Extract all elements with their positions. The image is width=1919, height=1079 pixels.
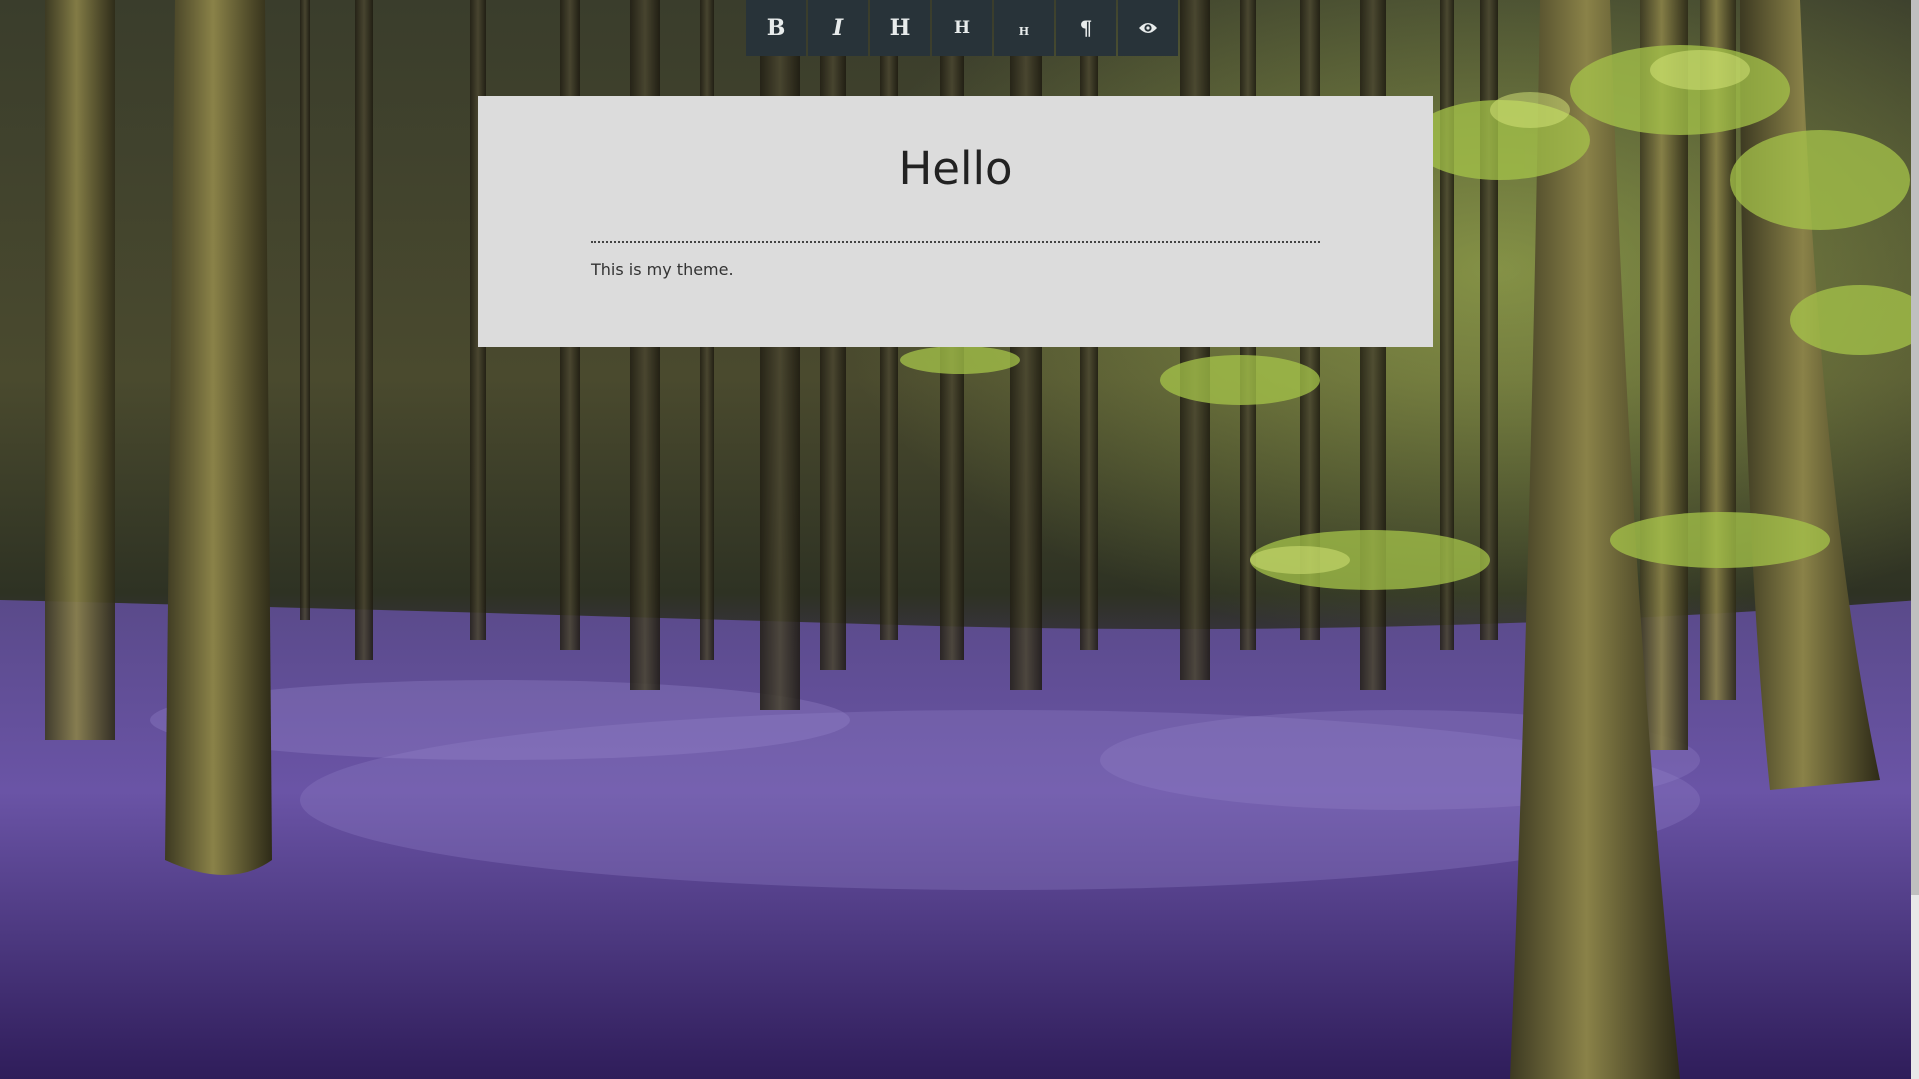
page-scrollbar[interactable]: [1911, 0, 1919, 1079]
document-card: Hello This is my theme.: [478, 96, 1433, 347]
preview-button[interactable]: [1118, 0, 1178, 56]
bold-button[interactable]: B: [746, 0, 806, 56]
heading1-button[interactable]: H: [870, 0, 930, 56]
formatting-toolbar: B I H H H ¶: [746, 0, 1178, 56]
document-body[interactable]: This is my theme.: [591, 260, 734, 279]
document-title[interactable]: Hello: [478, 142, 1433, 195]
scrollbar-thumb[interactable]: [1911, 0, 1919, 895]
eye-icon: [1139, 23, 1157, 33]
title-divider: [591, 241, 1320, 243]
heading3-button[interactable]: H: [994, 0, 1054, 56]
italic-button[interactable]: I: [808, 0, 868, 56]
paragraph-button[interactable]: ¶: [1056, 0, 1116, 56]
heading2-button[interactable]: H: [932, 0, 992, 56]
